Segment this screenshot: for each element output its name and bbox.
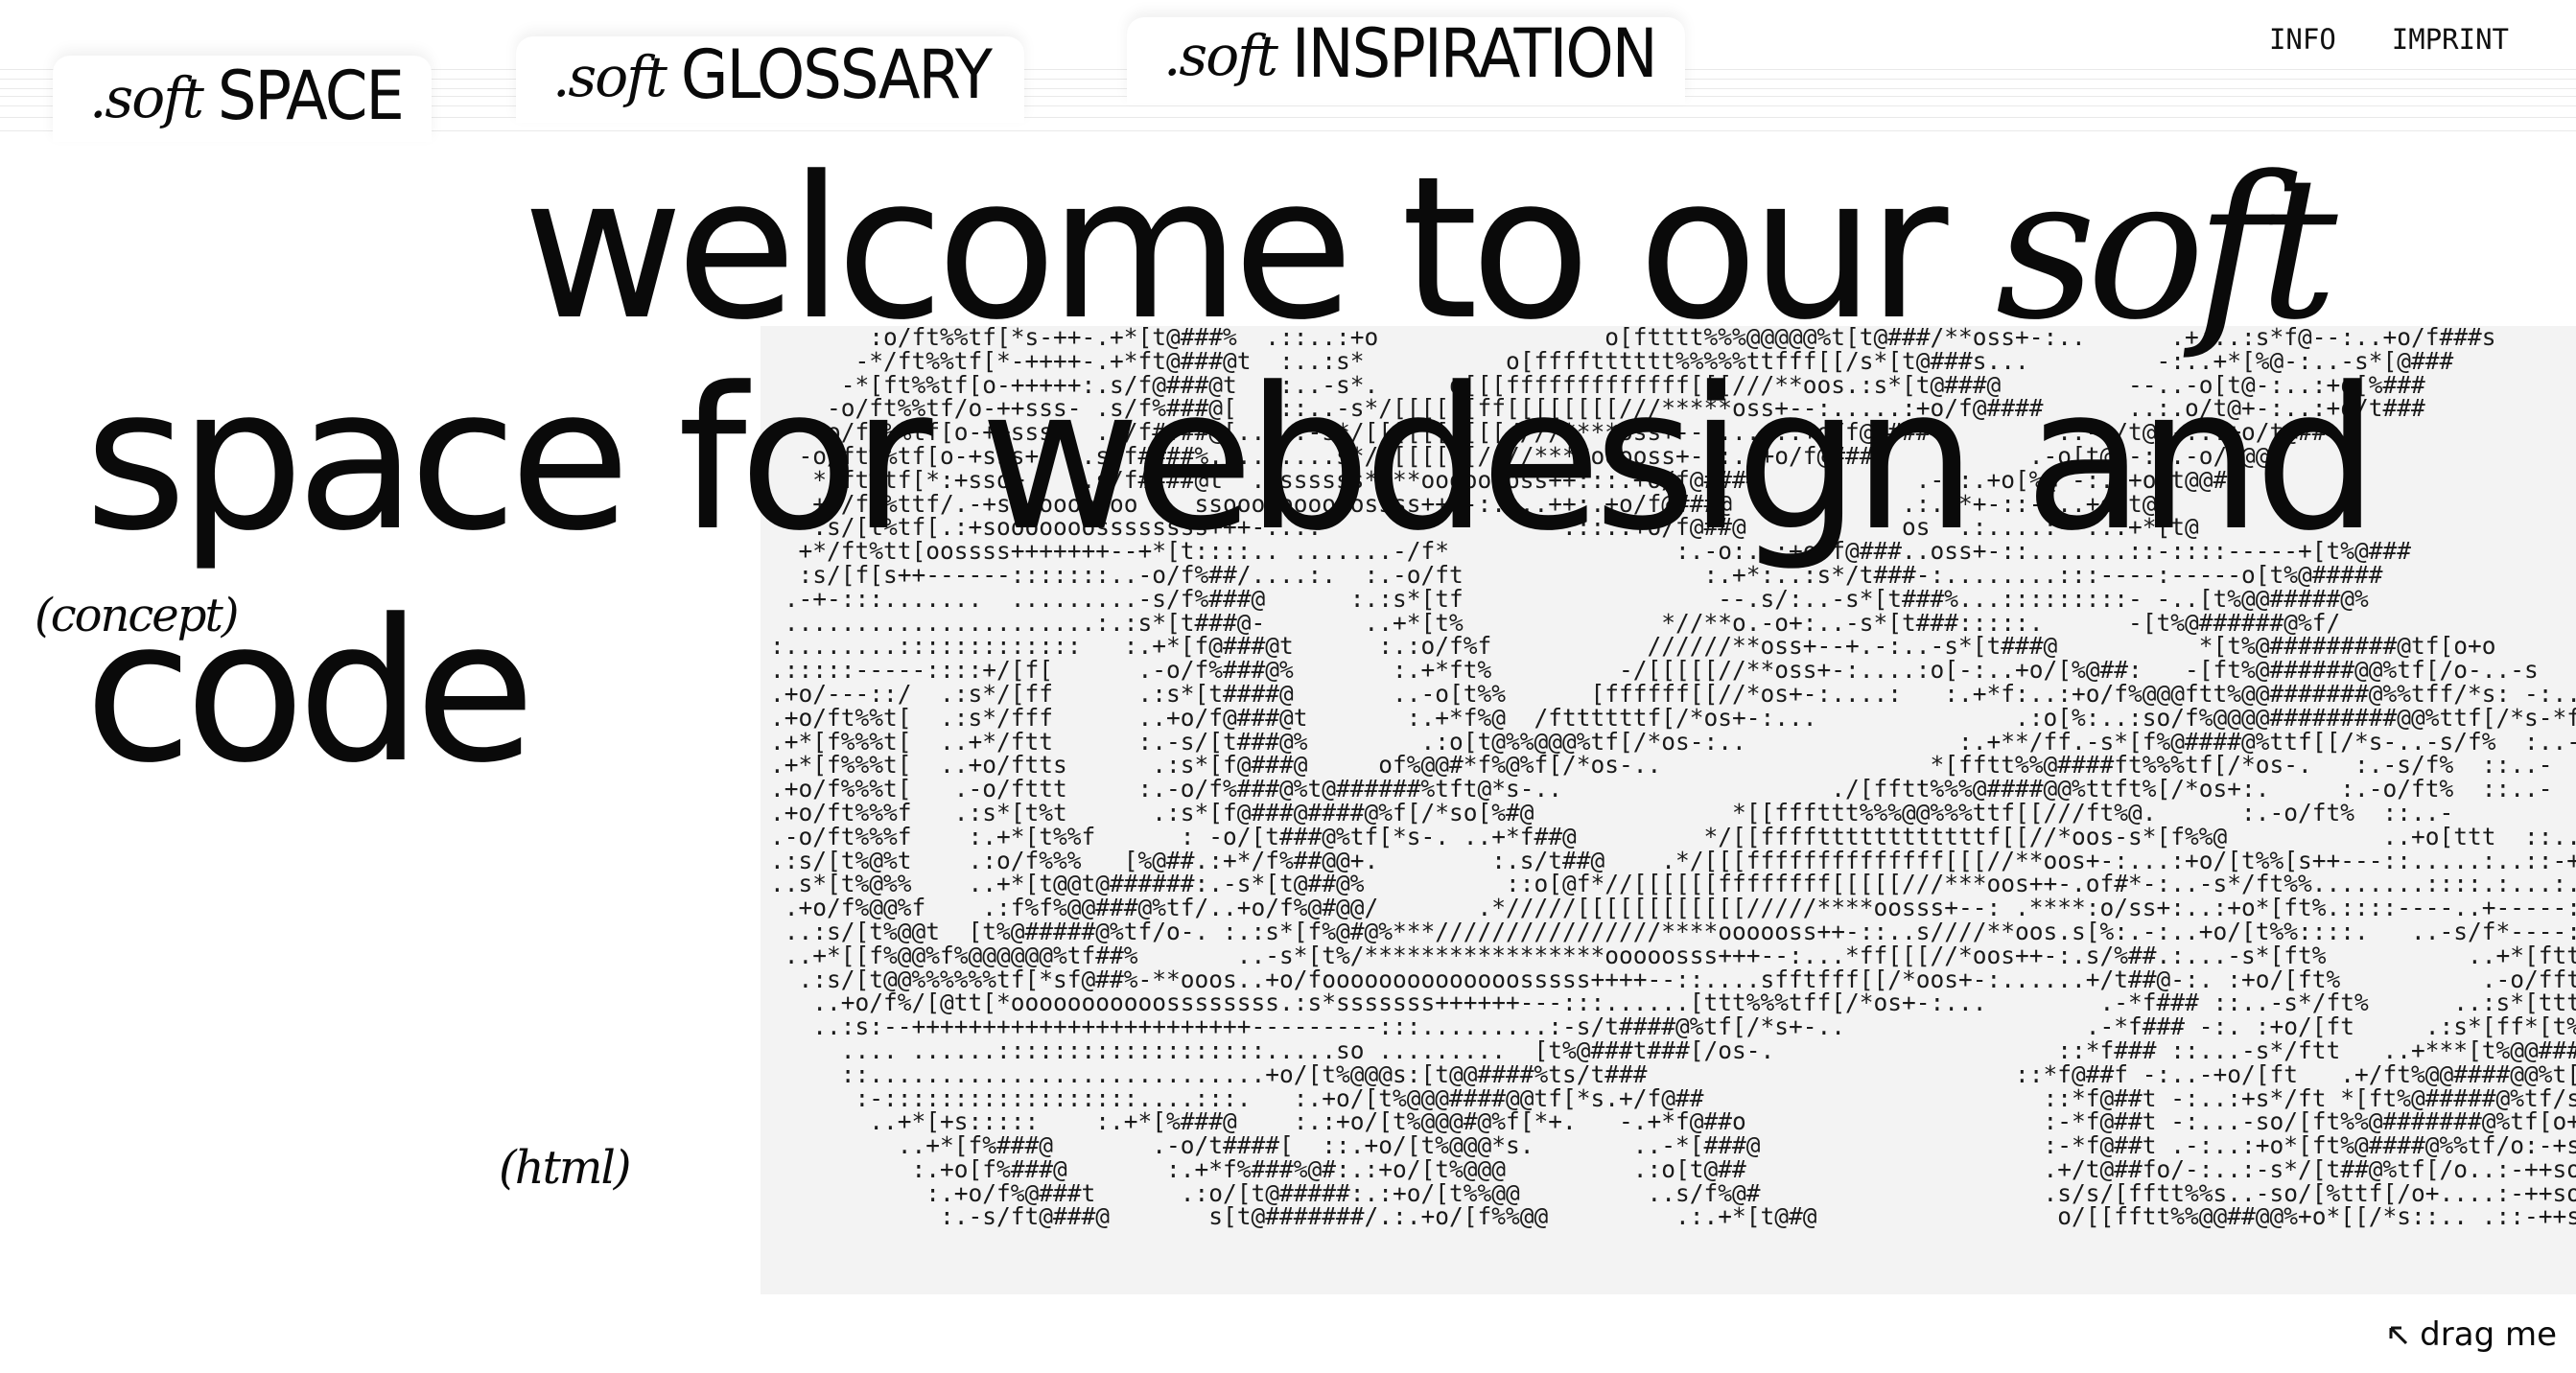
nav-imprint-link[interactable]: IMPRINT [2392, 23, 2509, 56]
tab-glossary[interactable]: .soft GLOSSARY [516, 36, 1024, 123]
ascii-line: .-+-:::....... .........-s/f%###@ :.:s*[… [770, 584, 2369, 613]
tab-label: INSPIRATION [1291, 15, 1658, 94]
drag-me-label: drag me [2420, 1315, 2557, 1354]
annotation-html: (html) [499, 1141, 632, 1195]
ascii-line: ..:s/[t%@@t [t%@#####@%tf/o-. :.:s*[f%@#… [770, 917, 2576, 945]
tab-inspiration[interactable]: .soft INSPIRATION [1127, 15, 1685, 104]
tab-space[interactable]: .soft SPACE [53, 56, 432, 142]
ascii-line: :.-s/ft@###@ s[t@#######/.:.+o/[f%%@@ .:… [770, 1202, 2576, 1231]
tab-label: SPACE [217, 58, 405, 136]
ascii-line: .+o/ft%%%f .:s*[t%t .:s*[f@###@####@%f[/… [770, 798, 2454, 826]
tab-label: GLOSSARY [680, 36, 993, 115]
drag-me-handle[interactable]: drag me [2385, 1315, 2557, 1354]
ascii-line: .... ......:::::::::::::::::::.....so ..… [770, 1036, 2576, 1064]
hero-soft-word: soft [1995, 135, 2338, 363]
tab-prefix: .soft [1163, 23, 1278, 88]
ascii-line: ..+*[[f%@@%f%@@@@@@%tf##% ..-s*[t%/*****… [770, 941, 2576, 969]
tab-prefix: .soft [552, 44, 667, 109]
nav-info-link[interactable]: INFO [2269, 23, 2336, 56]
ascii-line: .+o/ft%%t[ .:s*/fff ..+o/f@###@t :.+*f%@… [770, 703, 2576, 732]
ascii-line: ::............................+o/[t%@@@s… [770, 1059, 2576, 1088]
hero-line-2: space for webdesign and [84, 346, 2378, 574]
top-nav: INFO IMPRINT [2269, 23, 2509, 56]
arrow-up-left-icon [2389, 1326, 2408, 1345]
hero-line-1-text: welcome to our [523, 135, 1948, 363]
tab-prefix: .soft [89, 65, 204, 130]
hero-line-1: welcome to our soft [523, 151, 2338, 348]
annotation-concept: (concept) [35, 589, 239, 642]
ascii-line: :.+o[f%###@ :.+*f%###%@#:.:+o/[t%@@@ .:o… [770, 1154, 2576, 1183]
ascii-line: .-o/ft%%%f :.+*[t%%f : -o/[t###@%tf[*s-.… [770, 822, 2576, 850]
